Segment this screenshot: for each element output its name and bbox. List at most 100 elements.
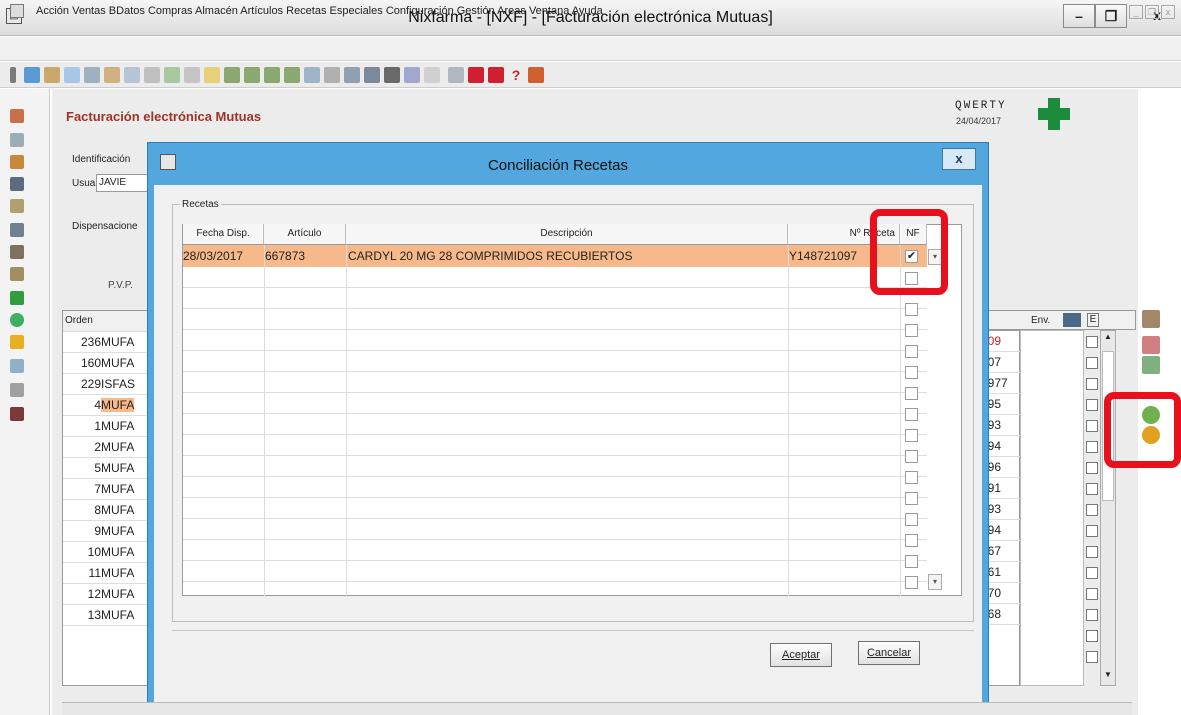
grid-row[interactable] bbox=[183, 267, 927, 288]
menu-item-almacen[interactable]: Almacén bbox=[195, 5, 238, 17]
mdi-close-icon[interactable]: x bbox=[1161, 5, 1175, 19]
menu-item-ayuda[interactable]: Ayuda bbox=[572, 5, 603, 17]
grid-row[interactable] bbox=[183, 456, 927, 477]
mdi-minimize-icon[interactable]: _ bbox=[1129, 5, 1143, 19]
archive-icon[interactable] bbox=[10, 267, 24, 281]
e-checkbox[interactable] bbox=[1086, 504, 1098, 516]
menu-item-gestion[interactable]: Gestión bbox=[457, 5, 495, 17]
sales-icon[interactable] bbox=[10, 109, 24, 123]
menu-item-articulos[interactable]: Artículos bbox=[240, 5, 283, 17]
e-checkbox[interactable] bbox=[1086, 378, 1098, 390]
chart-icon[interactable] bbox=[10, 359, 24, 373]
e-checkbox[interactable] bbox=[1086, 399, 1098, 411]
scroll-down-icon[interactable]: ▼ bbox=[1102, 670, 1114, 684]
nf-checkbox[interactable] bbox=[905, 555, 918, 568]
list-icon[interactable] bbox=[184, 67, 200, 83]
recycle-icon[interactable] bbox=[10, 313, 24, 327]
lock-icon[interactable] bbox=[344, 67, 360, 83]
e-checkbox[interactable] bbox=[1086, 357, 1098, 369]
table-row[interactable]: 10 MUFA bbox=[63, 542, 159, 563]
col-articulo-header[interactable]: Artículo bbox=[264, 224, 346, 245]
e-checkbox[interactable] bbox=[1086, 441, 1098, 453]
copy-icon[interactable] bbox=[64, 67, 80, 83]
usuario-field[interactable]: JAVIE bbox=[96, 174, 148, 192]
table-row[interactable]: 2 MUFA bbox=[63, 437, 159, 458]
calc-icon[interactable] bbox=[364, 67, 380, 83]
grid-row[interactable] bbox=[183, 372, 927, 393]
export-icon[interactable] bbox=[1142, 310, 1160, 328]
grid-row[interactable] bbox=[183, 498, 927, 519]
menu-item-configuracion[interactable]: Configuración bbox=[386, 5, 454, 17]
table-row[interactable]: 5 MUFA bbox=[63, 458, 159, 479]
e-checkbox[interactable] bbox=[1086, 546, 1098, 558]
tools-icon[interactable] bbox=[324, 67, 340, 83]
menu-item-ventana[interactable]: Ventana bbox=[529, 5, 569, 17]
link-icon[interactable] bbox=[304, 67, 320, 83]
aceptar-button[interactable]: Aceptar bbox=[770, 643, 832, 667]
e-checkbox[interactable] bbox=[1086, 525, 1098, 537]
grid-row[interactable] bbox=[183, 393, 927, 414]
prev-icon[interactable] bbox=[244, 67, 260, 83]
edit-record-icon[interactable] bbox=[1142, 336, 1160, 354]
e-checkbox[interactable] bbox=[1086, 651, 1098, 663]
nf-spin-down-icon[interactable]: ▾ bbox=[928, 574, 942, 590]
nf-checkbox[interactable] bbox=[905, 471, 918, 484]
e-checkbox[interactable] bbox=[1086, 462, 1098, 474]
next-icon[interactable] bbox=[264, 67, 280, 83]
list-add-icon[interactable] bbox=[1142, 356, 1160, 374]
nf-checkbox[interactable] bbox=[905, 429, 918, 442]
database-icon[interactable] bbox=[10, 133, 24, 147]
e-checkbox[interactable] bbox=[1086, 630, 1098, 642]
table-row[interactable]: 9 MUFA bbox=[63, 521, 159, 542]
grid-row[interactable] bbox=[183, 288, 927, 309]
grid-row[interactable] bbox=[183, 561, 927, 582]
print-icon[interactable] bbox=[104, 67, 120, 83]
table-row[interactable]: 8 MUFA bbox=[63, 500, 159, 521]
home-icon[interactable] bbox=[528, 67, 544, 83]
table-row[interactable]: 229 ISFAS bbox=[63, 374, 159, 395]
table-row[interactable]: 12 MUFA bbox=[63, 584, 159, 605]
warning-icon[interactable] bbox=[10, 335, 24, 349]
e-checkbox[interactable] bbox=[1086, 336, 1098, 348]
table-row[interactable]: 236 MUFA bbox=[63, 332, 159, 353]
help-icon[interactable]: ? bbox=[508, 67, 524, 83]
person-icon[interactable] bbox=[10, 155, 24, 169]
mdi-restore-icon[interactable]: ❐ bbox=[1145, 5, 1159, 19]
table-row[interactable]: 7 MUFA bbox=[63, 479, 159, 500]
menu-item-ventas[interactable]: Ventas bbox=[72, 5, 106, 17]
table-row[interactable]: 11 MUFA bbox=[63, 563, 159, 584]
refresh-icon[interactable] bbox=[164, 67, 180, 83]
col-fecha-header[interactable]: Fecha Disp. bbox=[183, 224, 264, 245]
nf-checkbox[interactable] bbox=[905, 408, 918, 421]
pharmacy-cross-icon[interactable] bbox=[10, 291, 24, 305]
e-checkbox[interactable] bbox=[1086, 588, 1098, 600]
box-icon[interactable] bbox=[10, 199, 24, 213]
e-checkbox[interactable] bbox=[1086, 567, 1098, 579]
menu-item-bdatos[interactable]: BDatos bbox=[109, 5, 145, 17]
e-checkbox[interactable] bbox=[1086, 609, 1098, 621]
cart-icon[interactable] bbox=[10, 177, 24, 191]
arrow-icon[interactable] bbox=[424, 67, 440, 83]
docs-icon[interactable] bbox=[448, 67, 464, 83]
minimize-button[interactable]: – bbox=[1063, 4, 1095, 28]
table-row[interactable]: 4 MUFA bbox=[63, 395, 159, 416]
search-icon[interactable] bbox=[124, 67, 140, 83]
nf-checkbox[interactable] bbox=[905, 492, 918, 505]
dispensaciones-table[interactable]: Orden C 236MUFA 160MUFA 229ISFAS 4MUFA 1… bbox=[62, 310, 159, 686]
nf-checkbox[interactable] bbox=[905, 345, 918, 358]
grid-row[interactable] bbox=[183, 309, 927, 330]
e-checkbox[interactable] bbox=[1086, 420, 1098, 432]
nf-checkbox[interactable] bbox=[905, 324, 918, 337]
document-menu-icon[interactable] bbox=[10, 4, 24, 18]
filter-icon[interactable] bbox=[144, 67, 160, 83]
edit-icon[interactable] bbox=[44, 67, 60, 83]
menu-item-especiales[interactable]: Especiales bbox=[330, 5, 383, 17]
menu-item-areas[interactable]: Areas bbox=[497, 5, 526, 17]
nf-checkbox[interactable] bbox=[905, 366, 918, 379]
grid-row[interactable] bbox=[183, 414, 927, 435]
grid-row[interactable] bbox=[183, 351, 927, 372]
table-row[interactable]: 13 MUFA bbox=[63, 605, 159, 626]
calculator-icon[interactable] bbox=[10, 383, 24, 397]
s-icon[interactable] bbox=[468, 67, 484, 83]
nf-checkbox[interactable] bbox=[905, 534, 918, 547]
